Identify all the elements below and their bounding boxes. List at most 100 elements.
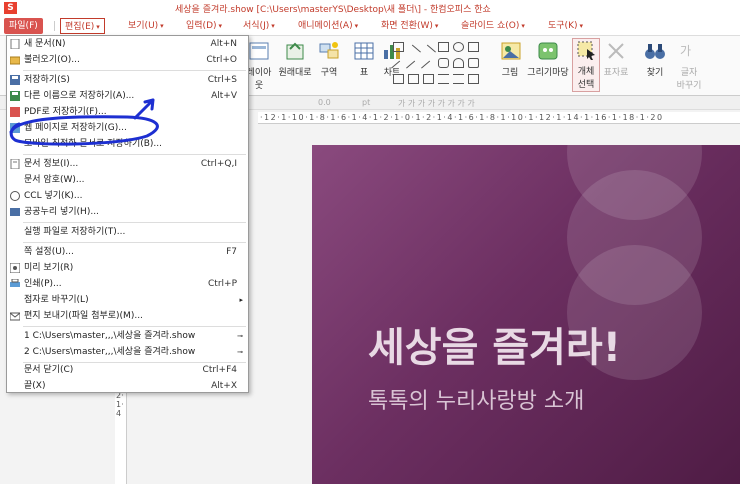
picture-icon — [500, 40, 522, 62]
brace-icon[interactable] — [453, 74, 464, 84]
line-icon[interactable] — [406, 44, 421, 60]
find-label: 찾기 — [646, 68, 664, 78]
save-as-icon — [10, 91, 20, 101]
menu-item-new-document[interactable]: 새 문서(N) Alt+N — [7, 36, 248, 52]
menu-format[interactable]: 서식(J) ▾ — [243, 18, 275, 34]
menu-edit[interactable]: 편집(E) ▾ — [60, 18, 105, 34]
menu-item-preview[interactable]: 미리 보기(R) — [7, 260, 248, 276]
rectangle-icon[interactable] — [438, 42, 449, 52]
menu-item-ccl[interactable]: CCL 넣기(K)... — [7, 188, 248, 204]
arrow-shape-icon[interactable] — [393, 74, 404, 84]
rectangle-icon[interactable] — [468, 42, 479, 52]
menu-item-shortcut: Ctrl+O — [206, 55, 237, 65]
menu-slideshow[interactable]: 슬라이드 쇼(O) ▾ — [461, 18, 525, 34]
menu-item-recent-1[interactable]: 1 C:\Users\master,,,\세상을 즐겨라.show ⊸ — [7, 328, 248, 344]
menu-item-public-license[interactable]: 공공누리 넣기(H)... — [7, 204, 248, 220]
menu-separator — [23, 222, 246, 223]
mail-icon — [9, 311, 21, 321]
rectangle-icon[interactable] — [393, 42, 404, 52]
menu-file-label: 파일(F) — [9, 21, 38, 31]
slide-subtitle[interactable]: 톡톡의 누리사랑방 소개 — [368, 383, 584, 415]
picture-button[interactable]: 그림 — [500, 40, 522, 78]
ellipse-icon[interactable] — [453, 42, 464, 52]
section-icon — [318, 40, 340, 62]
pin-icon[interactable]: ⊸ — [237, 344, 243, 360]
menu-item-print[interactable]: 인쇄(P)... Ctrl+P — [7, 276, 248, 292]
line-icon[interactable] — [421, 44, 436, 60]
ccl-icon — [10, 191, 20, 201]
menu-item-label: 웹 페이지로 저장하기(G)... — [24, 123, 127, 133]
title-bar: S 세상을 즐겨라.show [C:\Users\masterYS\Deskto… — [0, 0, 740, 16]
ruler-ticks: ·12·1·10·1·8·1·6·1·4·1·2·1·0·1·2·1·4·1·6… — [260, 113, 664, 122]
arrow-shape-icon[interactable] — [423, 74, 434, 84]
select-object-icon — [575, 39, 597, 61]
shapes-gallery[interactable] — [391, 42, 495, 88]
arc-icon[interactable] — [453, 58, 464, 68]
transform-button[interactable]: 표자료 — [603, 40, 629, 78]
menu-slideshow-label: 슬라이드 쇼(O) — [461, 21, 520, 31]
rounded-rectangle-icon[interactable] — [438, 58, 449, 68]
menu-separator — [23, 326, 246, 327]
vertical-ruler[interactable]: 0·2·1·4 — [115, 380, 127, 484]
menu-item-save-pdf[interactable]: PDF로 저장하기(F)... — [7, 104, 248, 120]
menu-item-shortcut: Ctrl+F4 — [202, 365, 237, 375]
menu-insert[interactable]: 입력(D) ▾ — [186, 18, 222, 34]
menu-item-close-document[interactable]: 문서 닫기(C) Ctrl+F4 — [7, 362, 248, 378]
menu-transition[interactable]: 화면 전환(W) ▾ — [381, 18, 438, 34]
brace-icon[interactable] — [438, 74, 449, 84]
menu-item-shortcut: Ctrl+Q,I — [200, 159, 237, 169]
menu-item-shortcut: Ctrl+P — [208, 279, 237, 289]
menu-item-label: 새 문서(N) — [24, 39, 66, 49]
font-size-value[interactable]: 0.0 — [318, 98, 331, 107]
menu-item-save-executable[interactable]: 실행 파일로 저장하기(T)... — [7, 224, 248, 240]
menu-item-label: 다른 이름으로 저장하기(A)... — [24, 91, 135, 101]
horizontal-ruler[interactable]: ·12·1·10·1·8·1·6·1·4·1·2·1·0·1·2·1·4·1·6… — [258, 112, 740, 124]
menu-tools[interactable]: 도구(K) ▾ — [548, 18, 583, 34]
layout-button[interactable]: 레이아웃 — [246, 40, 272, 91]
star-icon[interactable] — [468, 74, 479, 84]
polygon-icon[interactable] — [468, 58, 479, 68]
menu-item-exit[interactable]: 끝(X) Alt+X — [7, 378, 248, 394]
menu-item-save-as[interactable]: 다른 이름으로 저장하기(A)... Alt+V — [7, 88, 248, 104]
menu-item-open[interactable]: 불러오기(O)... Ctrl+O — [7, 52, 248, 68]
chevron-down-icon: ▾ — [218, 22, 223, 30]
section-button[interactable]: 구역 — [317, 40, 341, 78]
menu-item-save-mobile[interactable]: 모바일 최적화 문서로 저장하기(B)... — [7, 136, 248, 152]
slide-title[interactable]: 세상을 즐겨라! — [368, 315, 621, 373]
menu-item-save[interactable]: 저장하기(S) Ctrl+S — [7, 72, 248, 88]
menu-item-label: 쪽 설정(U)... — [24, 247, 74, 257]
menu-item-page-setup[interactable]: 쪽 설정(U)... F7 — [7, 244, 248, 260]
select-object-label-2: 선택 — [577, 80, 595, 90]
slide-canvas[interactable]: 세상을 즐겨라! 톡톡의 누리사랑방 소개 — [312, 145, 740, 484]
menu-file[interactable]: 파일(F) — [4, 18, 43, 34]
menu-item-document-info[interactable]: 문서 정보(I)... Ctrl+Q,I — [7, 156, 248, 172]
drawing-market-button[interactable]: 그리기마당 — [526, 40, 570, 78]
svg-text:가: 가 — [680, 44, 691, 58]
menu-item-send-mail[interactable]: 편지 보내기(파일 첨부로)(M)... — [7, 308, 248, 324]
menu-item-save-web[interactable]: 웹 페이지로 저장하기(G)... — [7, 120, 248, 136]
file-menu-dropdown: 새 문서(N) Alt+N 불러오기(O)... Ctrl+O 저장하기(S) … — [6, 35, 249, 393]
chevron-down-icon: ▾ — [579, 22, 584, 30]
menu-item-label: 문서 닫기(C) — [24, 365, 74, 375]
select-object-button[interactable]: 개체 선택 — [572, 38, 600, 92]
menu-animation[interactable]: 애니메이션(A) ▾ — [298, 18, 358, 34]
original-button[interactable]: 원래대로 — [275, 40, 315, 78]
menu-item-recent-2[interactable]: 2 C:\Users\master,,,\세상을 즐겨라.show ⊸ — [7, 344, 248, 360]
menu-item-shortcut: F7 — [226, 247, 237, 257]
char-change-icon: 가 — [678, 40, 700, 62]
arrow-shape-icon[interactable] — [408, 74, 419, 84]
table-button[interactable]: 표 — [352, 40, 376, 78]
pin-icon[interactable]: ⊸ — [237, 328, 243, 344]
menu-bar: 파일(F) 편집(E) ▾ 보기(U) ▾ 입력(D) ▾ 서식(J) ▾ 애니메이션(… — [0, 16, 740, 36]
find-button[interactable]: 찾기 — [643, 40, 667, 78]
menu-item-braille[interactable]: 점자로 바꾸기(L) ▸ — [7, 292, 248, 308]
menu-item-label: 문서 암호(W)... — [24, 175, 85, 185]
font-style-preview[interactable]: 가 가 가 가 가 가 가 가 — [398, 98, 475, 109]
menu-item-shortcut: Alt+V — [211, 91, 237, 101]
menu-item-document-password[interactable]: 문서 암호(W)... — [7, 172, 248, 188]
menu-item-label: 인쇄(P)... — [24, 279, 62, 289]
menu-view[interactable]: 보기(U) ▾ — [128, 18, 164, 34]
layout-icon — [248, 40, 270, 62]
char-change-button[interactable]: 가 글자 바꾸기 — [672, 40, 706, 91]
public-license-icon — [10, 207, 20, 217]
